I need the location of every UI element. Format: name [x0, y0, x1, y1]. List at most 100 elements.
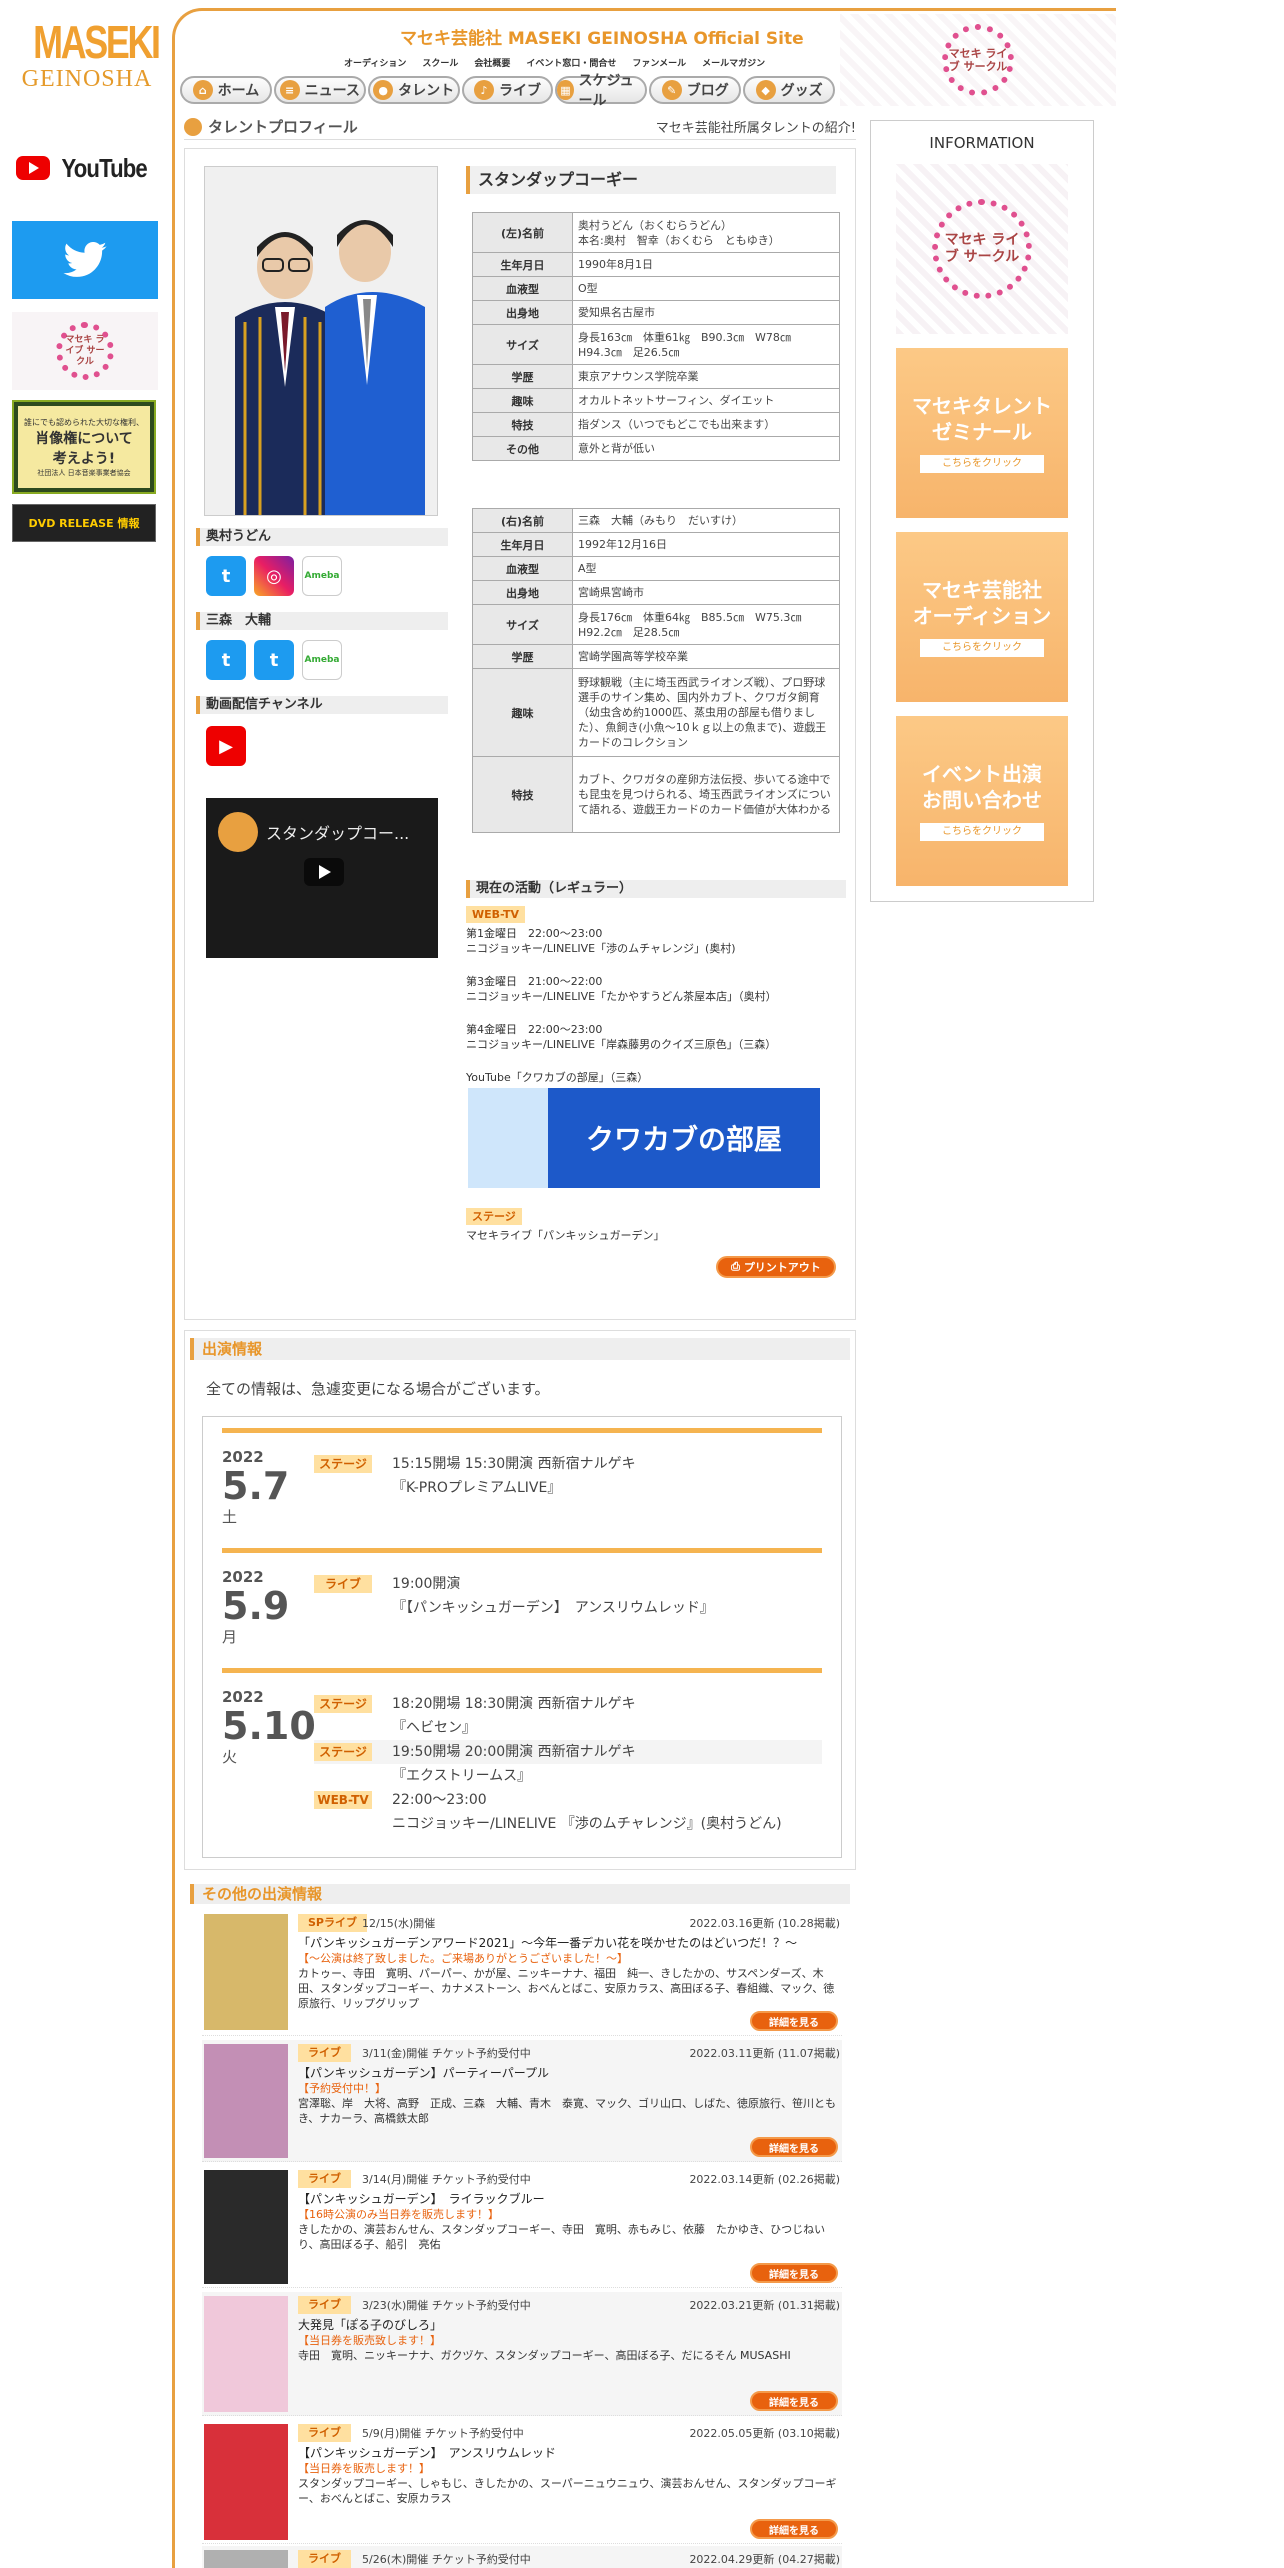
- profile-label: 特技: [472, 756, 573, 833]
- event-thumbnail[interactable]: [204, 1914, 288, 2030]
- event-thumbnail[interactable]: [204, 2296, 288, 2412]
- profile-label: 生年月日: [472, 252, 573, 277]
- profile-label: 学歴: [472, 644, 573, 669]
- other-appearance-item[interactable]: ライブ 5/26(木)開催 チケット予約受付中 2022.04.29更新 (04…: [202, 2546, 842, 2568]
- channel-avatar: [218, 812, 258, 852]
- profile-label: サイズ: [472, 604, 573, 645]
- event-inquiry-banner[interactable]: イベント出演 お問い合わせ こちらをクリック: [896, 716, 1068, 886]
- profile-header: タレントプロフィール マセキ芸能社所属タレントの紹介!: [184, 114, 856, 140]
- profile-label: 生年月日: [472, 532, 573, 557]
- ameba-icon[interactable]: Ameba: [302, 556, 342, 596]
- channel-section: 動画配信チャンネル: [196, 696, 448, 714]
- talent-seminar-banner[interactable]: マセキタレント ゼミナール こちらをクリック: [896, 348, 1068, 518]
- detail-button[interactable]: 詳細を見る: [750, 2391, 838, 2411]
- info-live-circle[interactable]: マセキ ライブ サークル: [896, 164, 1068, 334]
- stage-item: マセキライブ「パンキッシュガーデン」: [466, 1229, 665, 1242]
- detail-button[interactable]: 詳細を見る: [750, 2263, 838, 2283]
- nav-live[interactable]: ♪ ライブ: [461, 76, 554, 104]
- event-thumbnail[interactable]: [204, 2424, 288, 2540]
- print-button[interactable]: ⎙ プリントアウト: [716, 1256, 836, 1278]
- profile-label: 血液型: [472, 556, 573, 581]
- nav-goods[interactable]: ◆ グッズ: [743, 76, 836, 104]
- youtube-banner[interactable]: YouTube: [12, 140, 158, 196]
- twitter-icon[interactable]: t: [206, 556, 246, 596]
- person-icon: ●: [373, 80, 394, 100]
- blog-icon: ✎: [661, 80, 682, 100]
- detail-button[interactable]: 詳細を見る: [750, 2137, 838, 2157]
- bag-icon: ◆: [755, 80, 776, 100]
- event-row[interactable]: ライブ 19:00開演 『【パンキッシュガーデン】 アンスリウムレッド』: [314, 1572, 822, 1616]
- event-members: 寺田 寛明、ニッキーナナ、ガクヅケ、スタンダップコーギー、高田ぼる子、だにるそん…: [298, 2349, 791, 2362]
- twitter-banner[interactable]: [12, 221, 158, 299]
- twitter-icon[interactable]: t: [254, 640, 294, 680]
- profile-value: 宮崎県宮崎市: [572, 580, 840, 605]
- youtube-icon[interactable]: ▶: [206, 726, 246, 766]
- nav-blog[interactable]: ✎ ブログ: [649, 76, 742, 104]
- submenu-school[interactable]: スクール: [414, 56, 466, 69]
- calendar-icon: ▦: [557, 80, 574, 100]
- sub-menu: オーディション スクール 会社概要 イベント窓口・問合せ ファンメール メールマ…: [336, 56, 773, 69]
- profile-value: O型: [572, 276, 840, 301]
- audition-banner[interactable]: マセキ芸能社 オーディション こちらをクリック: [896, 532, 1068, 702]
- top-live-circle-logo[interactable]: マセキ ライブ サークル: [840, 14, 1116, 106]
- update-date: 2022.05.05更新 (03.10掲載): [689, 2427, 840, 2440]
- event-when: 5/9(月)開催 チケット予約受付中: [362, 2427, 524, 2440]
- event-thumbnail[interactable]: [204, 2550, 288, 2568]
- duo-photo: [205, 167, 437, 515]
- profile-value: 宮崎学園高等学校卒業: [572, 644, 840, 669]
- submenu-fanmail[interactable]: ファンメール: [624, 56, 694, 69]
- profile-label: (左)名前: [472, 212, 573, 253]
- other-appearance-item[interactable]: ライブ 3/14(月)開催 チケット予約受付中 2022.03.14更新 (02…: [202, 2166, 842, 2288]
- twitter-icon[interactable]: t: [206, 640, 246, 680]
- profile-label: 特技: [472, 412, 573, 437]
- other-appearance-item[interactable]: ライブ 5/9(月)開催 チケット予約受付中 2022.05.05更新 (03.…: [202, 2420, 842, 2544]
- nav-home[interactable]: ⌂ ホーム: [180, 76, 272, 104]
- event-notice: 【当日券を販売致します！】: [298, 2334, 441, 2347]
- event-when: 3/11(金)開催 チケット予約受付中: [362, 2047, 531, 2060]
- portrait-rights-banner[interactable]: 誰にでも認められた大切な権利、 肖像権について 考えよう! 社団法人 日本音楽事…: [12, 400, 156, 494]
- profile-row: 出身地 宮崎県宮崎市: [472, 580, 840, 605]
- nav-news[interactable]: ≡ ニュース: [273, 76, 366, 104]
- video-player[interactable]: スタンダップコー...: [206, 798, 438, 958]
- detail-button[interactable]: 詳細を見る: [750, 2519, 838, 2539]
- submenu-audition[interactable]: オーディション: [336, 56, 414, 69]
- profile-row: 血液型 O型: [472, 276, 840, 301]
- printer-icon: ⎙: [731, 1260, 744, 1273]
- event-row[interactable]: ステージ 19:50開場 20:00開演 西新宿ナルゲキ 『エクストリームス』: [314, 1740, 822, 1784]
- activity-item: 第3金曜日 21:00～22:00 ニコジョッキー/LINELIVE「たかやすうど…: [466, 975, 777, 1003]
- live-circle-banner[interactable]: マセキ ライブ サークル: [12, 312, 158, 390]
- other-appearance-item[interactable]: ライブ 3/11(金)開催 チケット予約受付中 2022.03.11更新 (11…: [202, 2040, 842, 2162]
- event-date: 2022 5.7 土: [222, 1448, 290, 1526]
- submenu-company[interactable]: 会社概要: [466, 56, 518, 69]
- other-appearance-item[interactable]: ライブ 3/23(水)開催 チケット予約受付中 2022.03.21更新 (01…: [202, 2292, 842, 2416]
- event-row[interactable]: WEB-TV 22:00～23:00 ニコジョッキー/LINELIVE 『渉のムチャ…: [314, 1788, 822, 1832]
- event-title: 【パンキッシュガーデン】 ライラックブルー: [298, 2192, 545, 2206]
- event-thumbnail[interactable]: [204, 2044, 288, 2158]
- play-icon[interactable]: [304, 858, 344, 886]
- dvd-release-banner[interactable]: DVD RELEASE 情報: [12, 504, 156, 542]
- instagram-icon[interactable]: ◎: [254, 556, 294, 596]
- category-tag: ライブ: [298, 2550, 351, 2568]
- profile-row: 特技 カブト、クワガタの産卵方法伝授、歩いてる途中でも昆虫を見つけられる、埼玉西武…: [472, 756, 840, 833]
- event-when: 12/15(水)開催: [362, 1917, 436, 1930]
- profile-value: 意外と背が低い: [572, 436, 840, 461]
- other-appearance-item[interactable]: SPライブ 12/15(水)開催 2022.03.16更新 (10.28掲載) …: [202, 1910, 842, 2036]
- profile-row: 趣味 野球観戦（主に埼玉西武ライオンズ戦）、プロ野球選手のサイン集め、国内外カブト…: [472, 668, 840, 757]
- ameba-icon[interactable]: Ameba: [302, 640, 342, 680]
- kuwakabu-banner[interactable]: クワカブの部屋: [468, 1088, 820, 1188]
- nav-talent[interactable]: ● タレント: [367, 76, 460, 104]
- event-thumbnail[interactable]: [204, 2170, 288, 2284]
- event-title: 【パンキッシュガーデン】 アンスリウムレッド: [298, 2446, 556, 2460]
- submenu-mailmag[interactable]: メールマガジン: [694, 56, 773, 69]
- submenu-contact[interactable]: イベント窓口・問合せ: [518, 56, 624, 69]
- event-title: 大発見「ぽる子のびしろ」: [298, 2318, 443, 2332]
- nav-schedule[interactable]: ▦ スケジュール: [555, 73, 648, 109]
- maseki-logo[interactable]: MASEKI GEINOSHA: [18, 18, 161, 100]
- event-row[interactable]: ステージ 18:20開場 18:30開演 西新宿ナルゲキ 『ヘビセン』: [314, 1692, 822, 1736]
- profile-label: その他: [472, 436, 573, 461]
- event-row[interactable]: ステージ 15:15開場 15:30開演 西新宿ナルゲキ 『K-PROプレミアムLI…: [314, 1452, 822, 1496]
- profile-label: 出身地: [472, 580, 573, 605]
- detail-button[interactable]: 詳細を見る: [750, 2011, 838, 2031]
- event-members: カトゥー、寺田 寛明、パーパー、かが屋、ニッキーナナ、福田 純一、きしたかの、サ…: [298, 1967, 835, 2010]
- home-icon: ⌂: [192, 80, 213, 100]
